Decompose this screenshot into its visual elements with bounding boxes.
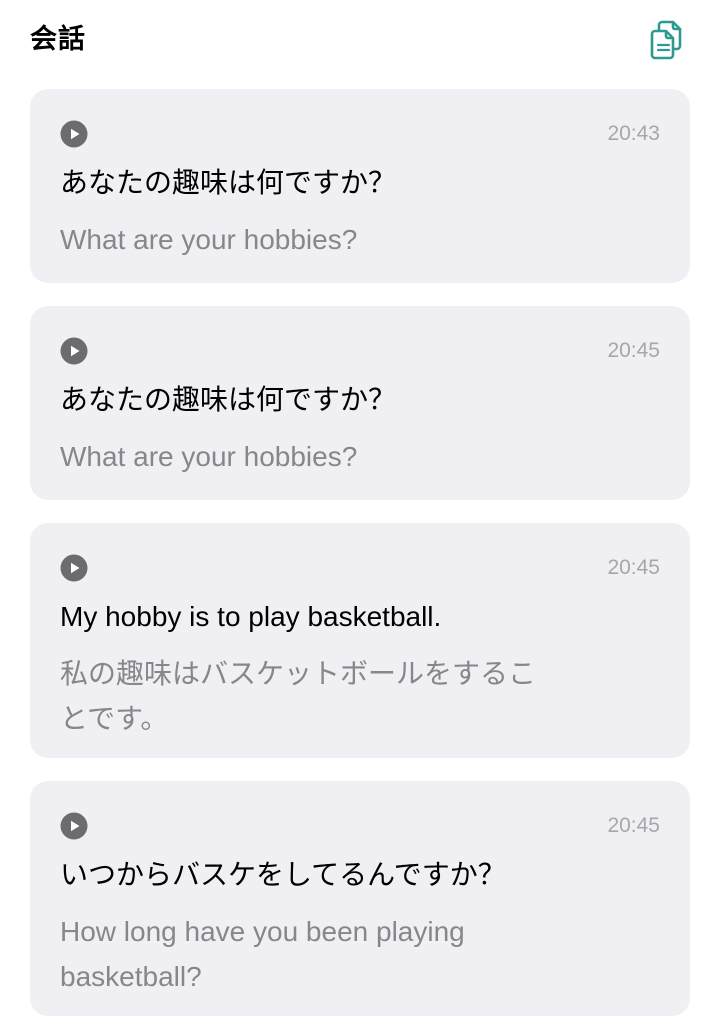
message-translation: How long have you been playing basketbal… <box>60 916 465 992</box>
message-timestamp: 20:43 <box>607 122 660 145</box>
play-button[interactable] <box>60 812 88 840</box>
play-icon <box>60 812 88 840</box>
copy-documents-icon <box>650 20 682 60</box>
play-button[interactable] <box>60 120 88 148</box>
message-translation: What are your hobbies? <box>60 441 358 472</box>
message-timestamp: 20:45 <box>607 556 660 579</box>
message-card: 20:45 あなたの趣味は何ですか？ What are your hobbies… <box>30 306 690 500</box>
page-title: 会話 <box>30 24 86 55</box>
message-text: あなたの趣味は何ですか？ <box>60 167 397 198</box>
header-bar: 会話 <box>0 0 720 80</box>
message-card: 20:43 あなたの趣味は何ですか？ What are your hobbies… <box>30 89 690 283</box>
message-translation: What are your hobbies? <box>60 224 358 255</box>
message-timestamp: 20:45 <box>607 339 660 362</box>
play-button[interactable] <box>60 337 88 365</box>
message-timestamp: 20:45 <box>607 814 660 837</box>
play-icon <box>60 120 88 148</box>
message-card: 20:45 いつからバスケをしてるんですか？ How long have you… <box>30 781 690 1016</box>
message-text: あなたの趣味は何ですか？ <box>60 384 397 415</box>
message-text: いつからバスケをしてるんですか？ <box>60 859 506 890</box>
copy-button[interactable] <box>648 16 688 60</box>
play-button[interactable] <box>60 554 88 582</box>
message-text: My hobby is to play basketball. <box>60 601 442 632</box>
message-card: 20:45 My hobby is to play basketball. 私の… <box>30 523 690 758</box>
play-icon <box>60 554 88 582</box>
play-icon <box>60 337 88 365</box>
message-translation: 私の趣味はバスケットボールをすることです。 <box>60 658 537 734</box>
